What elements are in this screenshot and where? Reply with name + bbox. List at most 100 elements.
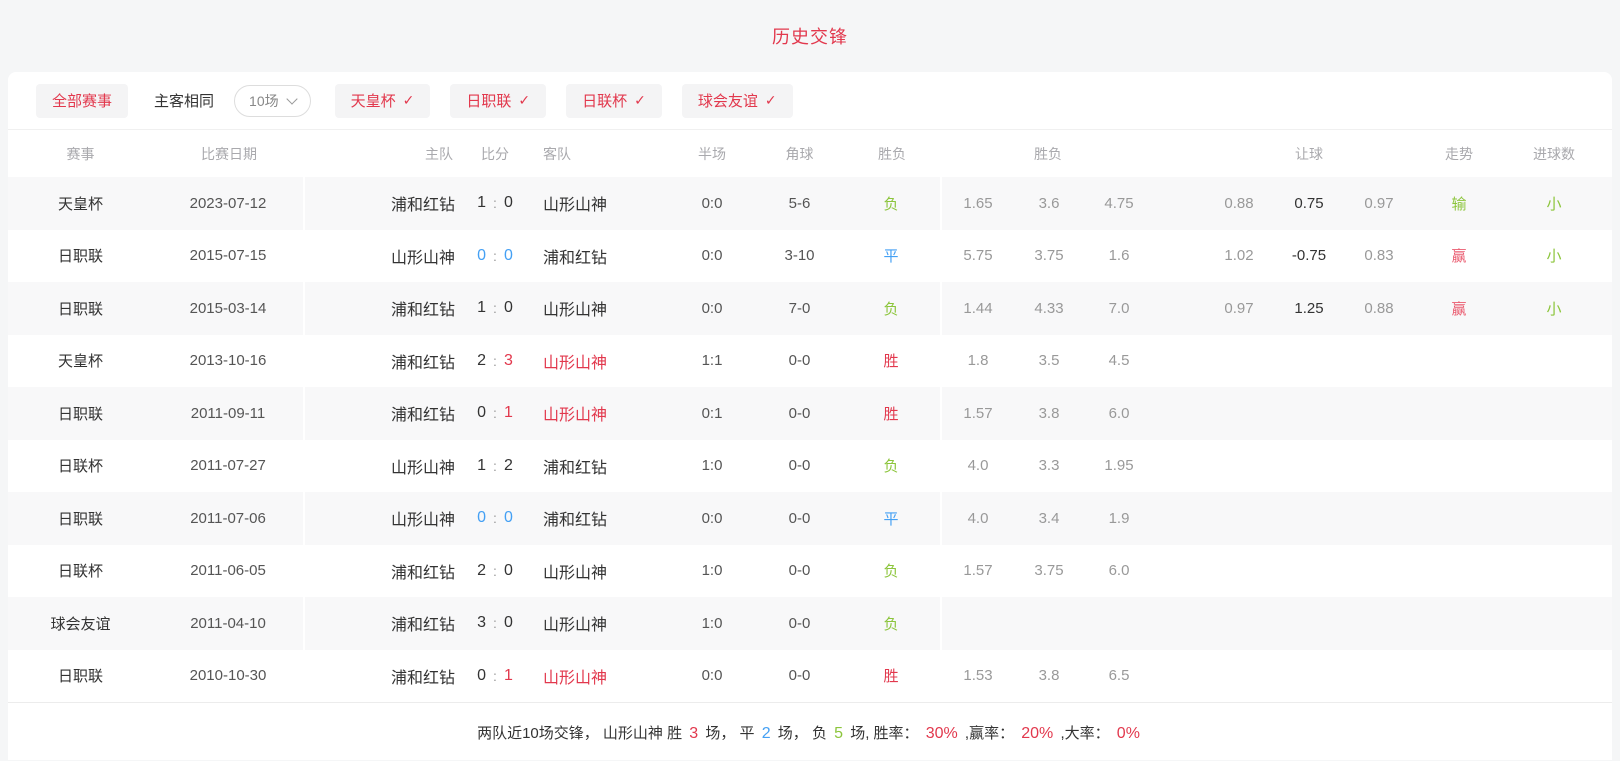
chevron-down-icon	[285, 92, 298, 105]
cell-goals	[1504, 650, 1604, 703]
check-icon: ✓	[402, 92, 415, 108]
cell-odds-draw	[1014, 597, 1084, 650]
home-score: 2	[477, 351, 487, 369]
cell-date: 2011-07-27	[153, 439, 305, 492]
header-score: 比分	[481, 145, 509, 162]
check-icon: ✓	[634, 92, 646, 108]
home-score: 1	[477, 456, 487, 474]
cell-handicap-line	[1274, 440, 1344, 493]
competition-filter-label: 球会友谊	[697, 93, 758, 110]
cell-handicap-line: 0.75	[1294, 194, 1324, 212]
table-row: 日职联 2015-03-14 浦和红钻 1:0 山形山神 0:0 7-0 负 1…	[8, 282, 1612, 335]
competition-filter-chip[interactable]: 日职联 ✓	[450, 83, 547, 118]
summary-segment: ,大率：	[1056, 724, 1114, 742]
competition-filter-chip[interactable]: 球会友谊 ✓	[681, 83, 793, 118]
cell-score: 1:2	[463, 440, 527, 493]
cell-handicap-home	[1204, 492, 1274, 545]
filter-same-venue[interactable]: 主客相同	[154, 90, 214, 111]
cell-goals	[1504, 492, 1604, 545]
cell-handicap-away	[1344, 387, 1414, 440]
competition-filter-chip[interactable]: 天皇杯 ✓	[334, 83, 431, 118]
cell-home-team: 浦和红钻	[390, 197, 455, 215]
cell-score: 2:3	[463, 335, 527, 388]
summary-segment: 20%	[1021, 724, 1054, 742]
cell-trend: 赢	[1451, 300, 1467, 318]
cell-odds-home: 5.75	[963, 247, 993, 265]
cell-handicap-away: 0.97	[1364, 194, 1394, 212]
cell-spacer	[1154, 230, 1204, 283]
cell-handicap-home	[1204, 335, 1274, 388]
competition-filter-chip[interactable]: 日联杯 ✓	[566, 83, 662, 118]
cell-handicap-home	[1204, 650, 1274, 703]
cell-goals	[1504, 335, 1604, 388]
cell-away-team: 山形山神	[543, 302, 608, 320]
cell-result: 胜	[842, 649, 942, 702]
cell-halftime: 0:0	[701, 509, 723, 527]
cell-corner: 5-6	[788, 194, 811, 212]
summary-segment: 5	[834, 724, 844, 742]
cell-handicap-home	[1204, 387, 1274, 440]
home-score: 2	[477, 561, 487, 579]
competition-filter-label: 日职联	[466, 93, 512, 110]
cell-handicap-away	[1344, 335, 1414, 388]
cell-odds-draw: 3.6	[1038, 194, 1060, 212]
cell-handicap-home	[1204, 440, 1274, 493]
table-row: 日职联 2011-09-11 浦和红钻 0:1 山形山神 0:1 0-0 胜 1…	[8, 387, 1612, 440]
cell-event: 天皇杯	[57, 195, 103, 213]
cell-away-team: 山形山神	[543, 407, 608, 425]
home-score: 3	[477, 614, 487, 632]
away-score: 0	[503, 246, 513, 264]
score-separator: :	[493, 510, 497, 527]
cell-date: 2011-04-10	[153, 597, 305, 650]
cell-trend: 赢	[1451, 248, 1467, 266]
cell-home-team: 浦和红钻	[390, 564, 455, 582]
cell-odds-draw: 3.75	[1034, 247, 1064, 265]
cell-trend	[1414, 650, 1504, 703]
filter-all-events-button[interactable]: 全部赛事	[36, 83, 129, 118]
score-separator: :	[493, 615, 497, 632]
cell-odds-away: 1.6	[1108, 247, 1130, 265]
match-count-value: 10场	[249, 92, 279, 109]
header-event: 赛事	[66, 145, 95, 162]
cell-spacer	[1154, 387, 1204, 440]
cell-corner: 0-0	[788, 352, 811, 370]
filter-bar: 全部赛事 主客相同 10场 天皇杯 ✓ 日职联 ✓ 日联杯 ✓ 球会友谊 ✓	[8, 72, 1612, 130]
cell-result: 平	[842, 492, 942, 545]
cell-score: 0:1	[463, 650, 527, 703]
cell-corner: 3-10	[784, 247, 815, 265]
cell-spacer	[1154, 440, 1204, 493]
header-goals: 进球数	[1533, 145, 1575, 162]
cell-event: 日职联	[57, 405, 103, 423]
header-half: 半场	[698, 145, 726, 162]
cell-trend	[1414, 492, 1504, 545]
history-card: 全部赛事 主客相同 10场 天皇杯 ✓ 日职联 ✓ 日联杯 ✓ 球会友谊 ✓ 赛…	[8, 72, 1612, 760]
cell-spacer	[1154, 545, 1204, 598]
cell-home-team: 山形山神	[390, 512, 455, 530]
cell-event: 日职联	[57, 510, 103, 528]
cell-handicap-away	[1344, 597, 1414, 650]
home-score: 0	[477, 509, 487, 527]
cell-away-team: 山形山神	[543, 564, 608, 582]
cell-date: 2011-06-05	[153, 544, 305, 597]
cell-halftime: 1:0	[701, 614, 723, 632]
cell-odds-away: 6.0	[1108, 404, 1130, 422]
cell-halftime: 0:0	[701, 194, 723, 212]
header-corner: 角球	[785, 145, 814, 162]
cell-home-team: 浦和红钻	[390, 407, 455, 425]
header-spacer	[1154, 130, 1204, 177]
cell-result: 胜	[842, 334, 942, 387]
cell-trend	[1414, 335, 1504, 388]
cell-goals: 小	[1546, 195, 1562, 213]
home-score: 0	[477, 246, 487, 264]
cell-odds-home: 1.53	[963, 667, 993, 685]
score-separator: :	[493, 195, 497, 212]
cell-odds-draw: 4.33	[1034, 299, 1064, 317]
summary-segment: ,赢率：	[960, 724, 1019, 742]
match-count-dropdown[interactable]: 10场	[234, 84, 311, 117]
cell-handicap-line: 1.25	[1294, 299, 1324, 317]
cell-handicap-line	[1274, 650, 1344, 703]
cell-score: 1:0	[463, 177, 527, 230]
table-row: 日联杯 2011-07-27 山形山神 1:2 浦和红钻 1:0 0-0 负 4…	[8, 439, 1612, 493]
cell-odds-away	[1084, 597, 1154, 650]
score-separator: :	[493, 667, 497, 684]
